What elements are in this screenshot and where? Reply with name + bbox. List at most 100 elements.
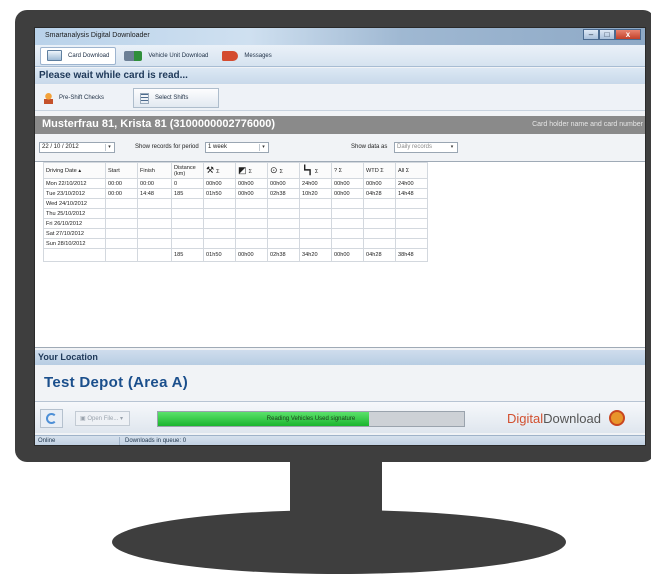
col-driving[interactable]: ⚒ Σ bbox=[203, 162, 236, 179]
minimize-button[interactable]: – bbox=[583, 29, 599, 40]
col-distance[interactable]: Distance (km) bbox=[171, 162, 204, 179]
tab-bar: Card Download Vehicle Unit Download Mess… bbox=[35, 45, 645, 67]
table-cell: 24h00 bbox=[299, 178, 332, 189]
totals-row: 185 01h50 00h00 02h38 34h20 00h00 04h28 38h48 bbox=[43, 248, 428, 262]
table-cell: Mon 22/10/2012 bbox=[43, 178, 106, 189]
table-cell bbox=[395, 198, 428, 209]
col-other-work[interactable]: ◩ Σ bbox=[235, 162, 268, 179]
total-cell bbox=[43, 248, 106, 262]
card-reader-icon bbox=[47, 50, 62, 61]
table-row[interactable]: Fri 26/10/2012 bbox=[43, 218, 428, 229]
show-as-select[interactable]: Daily records ▾ bbox=[394, 142, 458, 153]
table-row[interactable]: Thu 25/10/2012 bbox=[43, 208, 428, 219]
filter-row: 22 / 10 / 2012 ▾ Show records for period… bbox=[35, 142, 645, 156]
show-as-value: Daily records bbox=[397, 144, 433, 150]
total-cell: 38h48 bbox=[395, 248, 428, 262]
table-row[interactable]: Mon 22/10/2012 00:00 00:00 0 00h00 00h00 00h00… bbox=[43, 178, 428, 189]
availability-icon: ⊙ bbox=[270, 165, 278, 175]
table-cell: 02h38 bbox=[267, 188, 300, 199]
tab-vehicle-unit-download[interactable]: Vehicle Unit Download bbox=[118, 47, 214, 65]
table-row[interactable]: Wed 24/10/2012 bbox=[43, 198, 428, 209]
col-availability[interactable]: ⊙ Σ bbox=[267, 162, 300, 179]
col-rest[interactable]: ┗┓ Σ bbox=[299, 162, 332, 179]
table-cell: 00h00 bbox=[203, 178, 236, 189]
card-holder-bar: Musterfrau 81, Krista 81 (31000000027760… bbox=[35, 116, 645, 134]
table-row[interactable]: Tue 23/10/2012 00:00 14:48 185 01h50 00h00 02h… bbox=[43, 188, 428, 199]
pre-shift-checks-button[interactable]: Pre-Shift Checks bbox=[38, 88, 128, 108]
table-cell bbox=[267, 208, 300, 219]
table-cell: Tue 23/10/2012 bbox=[43, 188, 106, 199]
button-label: Pre-Shift Checks bbox=[59, 95, 105, 101]
total-cell: 185 bbox=[171, 248, 204, 262]
table-row[interactable]: Sun 28/10/2012 bbox=[43, 238, 428, 249]
tab-label: Vehicle Unit Download bbox=[148, 52, 209, 59]
open-file-button[interactable]: ▣ Open File... ▾ bbox=[75, 411, 130, 426]
table-cell bbox=[137, 228, 172, 239]
col-start[interactable]: Start bbox=[105, 162, 138, 179]
header-row: Driving Date ▴ Start Finish Distance (km… bbox=[43, 162, 428, 179]
table-cell bbox=[171, 208, 204, 219]
table-cell: 14h48 bbox=[395, 188, 428, 199]
records-grid: Driving Date ▴ Start Finish Distance (km… bbox=[35, 161, 645, 348]
rest-bed-icon: ┗┓ bbox=[302, 165, 313, 175]
total-cell: 34h20 bbox=[299, 248, 332, 262]
table-cell: Thu 25/10/2012 bbox=[43, 208, 106, 219]
calendar-dropdown-icon[interactable]: ▾ bbox=[105, 144, 113, 151]
table-cell bbox=[171, 218, 204, 229]
table-cell bbox=[235, 218, 268, 229]
table-cell bbox=[137, 238, 172, 249]
status-bar: Online Downloads in queue: 0 bbox=[35, 435, 645, 445]
table-cell bbox=[137, 218, 172, 229]
table-cell bbox=[331, 228, 364, 239]
table-cell: 04h28 bbox=[363, 188, 396, 199]
table-cell bbox=[331, 218, 364, 229]
table-cell bbox=[235, 198, 268, 209]
brand-part-b: Download bbox=[543, 411, 601, 426]
col-wtd[interactable]: WTD Σ bbox=[363, 162, 396, 179]
tab-messages[interactable]: Messages bbox=[216, 47, 277, 65]
table-cell bbox=[105, 238, 138, 249]
tab-label: Messages bbox=[244, 52, 272, 59]
refresh-icon bbox=[46, 413, 57, 424]
total-cell: 04h28 bbox=[363, 248, 396, 262]
col-finish[interactable]: Finish bbox=[137, 162, 172, 179]
table-cell: 00h00 bbox=[363, 178, 396, 189]
period-select[interactable]: 1 week ▾ bbox=[205, 142, 269, 153]
col-driving-date[interactable]: Driving Date ▴ bbox=[43, 162, 106, 179]
total-cell bbox=[105, 248, 138, 262]
open-file-label: Open File... bbox=[87, 416, 119, 422]
table-cell: 00h00 bbox=[235, 188, 268, 199]
table-cell bbox=[299, 218, 332, 229]
table-cell bbox=[105, 228, 138, 239]
digital-download-logo-icon bbox=[609, 410, 625, 426]
monitor-base bbox=[112, 510, 566, 574]
table-cell bbox=[235, 228, 268, 239]
close-button[interactable]: x bbox=[615, 29, 641, 40]
table-cell bbox=[235, 208, 268, 219]
date-picker[interactable]: 22 / 10 / 2012 ▾ bbox=[39, 142, 115, 153]
maximize-button[interactable]: □ bbox=[599, 29, 615, 40]
table-cell: 00h00 bbox=[331, 188, 364, 199]
brand-part-a: Digital bbox=[507, 411, 544, 426]
table-row[interactable]: Sat 27/10/2012 bbox=[43, 228, 428, 239]
col-all[interactable]: All Σ bbox=[395, 162, 428, 179]
table-cell bbox=[171, 198, 204, 209]
tab-card-download[interactable]: Card Download bbox=[40, 46, 117, 65]
progress-text: Reading Vehicles Used signature bbox=[266, 416, 356, 422]
table-cell bbox=[203, 218, 236, 229]
driver-icon bbox=[44, 92, 53, 104]
table-cell bbox=[137, 198, 172, 209]
total-cell: 00h00 bbox=[331, 248, 364, 262]
show-as-label: Show data as bbox=[351, 144, 388, 150]
col-unknown[interactable]: ? Σ bbox=[331, 162, 364, 179]
select-shifts-button[interactable]: Select Shifts bbox=[133, 88, 219, 108]
queue-status: Downloads in queue: 0 bbox=[125, 438, 187, 444]
period-value: 1 week bbox=[208, 144, 228, 150]
table-cell bbox=[203, 238, 236, 249]
window-title: Smartanalysis Digital Downloader bbox=[45, 32, 150, 39]
refresh-button[interactable] bbox=[40, 409, 63, 428]
table-cell: 00h00 bbox=[267, 178, 300, 189]
table-cell: 01h50 bbox=[203, 188, 236, 199]
date-value: 22 / 10 / 2012 bbox=[42, 144, 79, 150]
chevron-down-icon: ▾ bbox=[450, 144, 454, 150]
